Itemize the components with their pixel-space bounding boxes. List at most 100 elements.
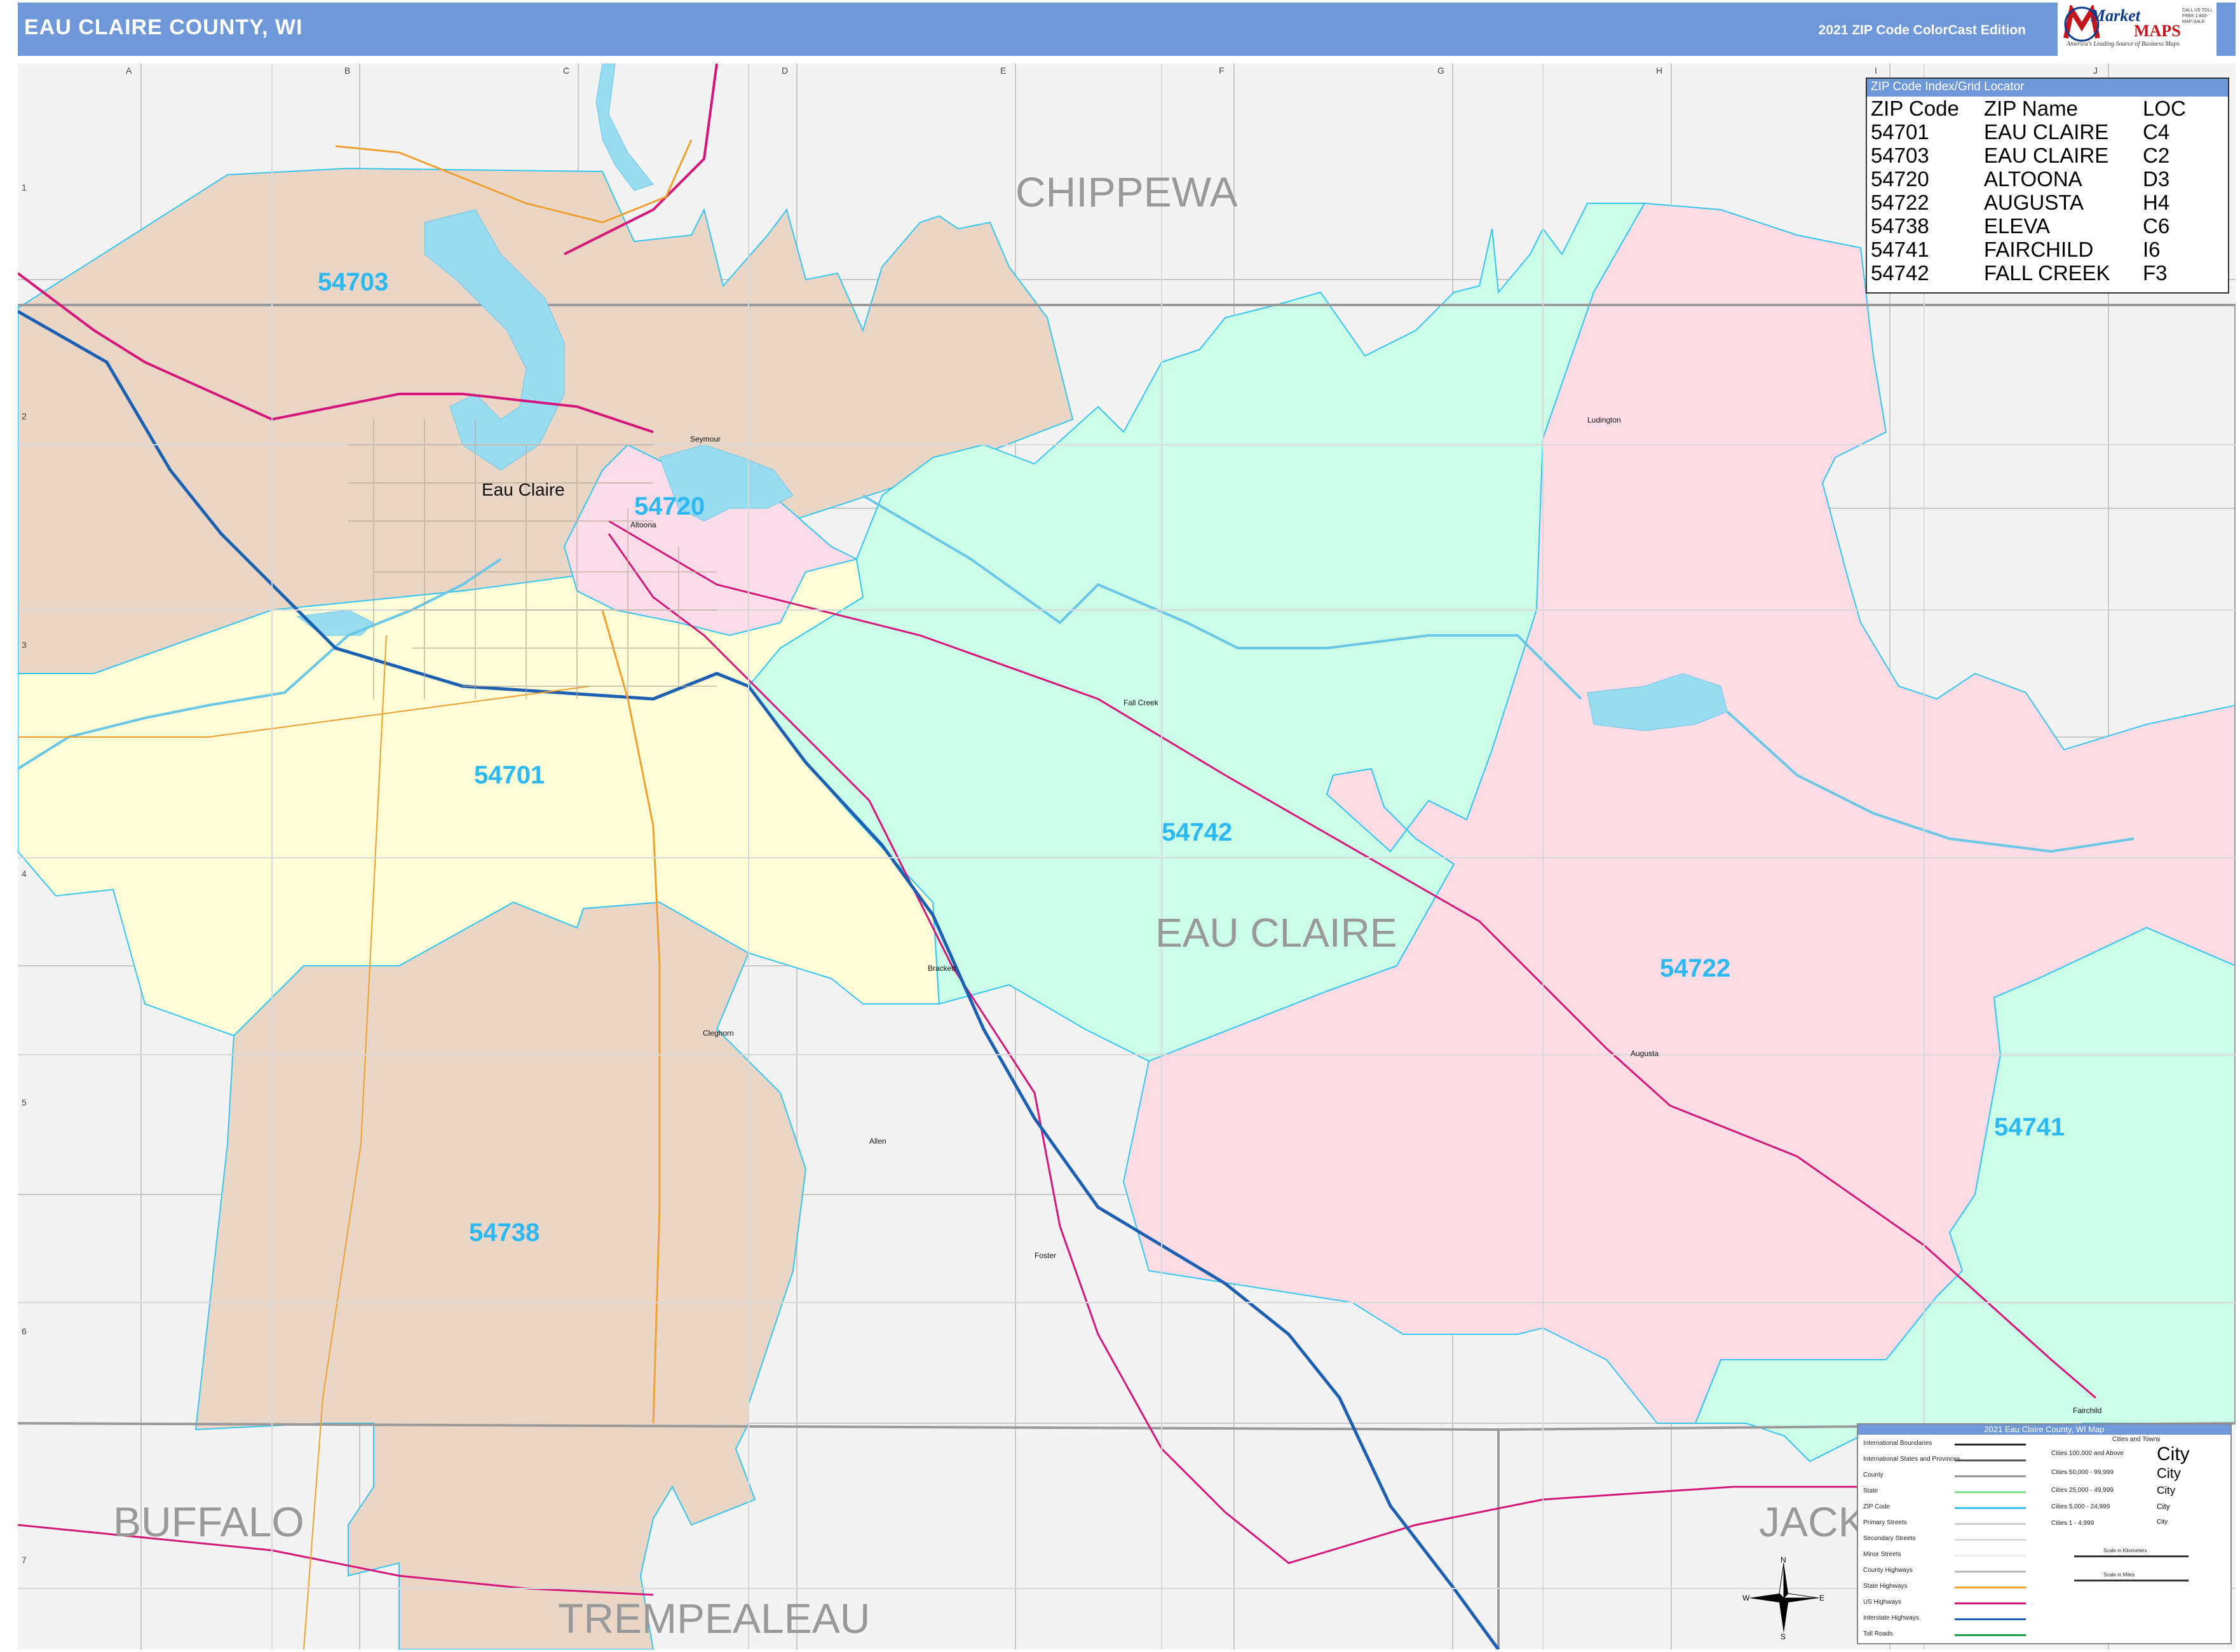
zip-label-54741: 54741	[1994, 1113, 2065, 1141]
neighbor-label-buffalo: BUFFALO	[113, 1498, 304, 1545]
legend-label: State	[1863, 1487, 1878, 1494]
county-center-label: EAU CLAIRE	[1155, 910, 1397, 956]
map-title: EAU CLAIRE COUNTY, WI	[24, 15, 303, 39]
grid-row-4: 4	[22, 869, 27, 879]
edition-label: 2021 ZIP Code ColorCast Edition	[1818, 23, 2026, 37]
zip-index-table: ZIP Code ZIP Name LOC 54701 EAU CLAIRE C4 …	[1868, 97, 2189, 285]
legend-swatch	[1955, 1507, 2026, 1509]
legend-label: State Highways	[1863, 1583, 1908, 1590]
compass-w: W	[1742, 1594, 1750, 1602]
legend-city-size: Cities 1 - 4,999	[2051, 1520, 2094, 1527]
legend-swatch	[1955, 1571, 2026, 1573]
table-row[interactable]: 54742 FALL CREEK F3	[1868, 261, 2189, 285]
legend-swatch	[1955, 1555, 2026, 1557]
city-label-altoona: Altoona	[630, 520, 656, 529]
zip-label-54703: 54703	[318, 268, 388, 296]
legend-label: Interstate Highways	[1863, 1615, 1919, 1622]
compass-e: E	[1819, 1594, 1824, 1602]
legend-swatch	[1955, 1459, 2026, 1461]
logo-text: Market	[2091, 6, 2140, 25]
legend-city-sample: City	[2157, 1484, 2176, 1496]
zip-index-header-row: ZIP Code ZIP Name LOC	[1868, 97, 2189, 120]
legend-scale-mi: Scale in Miles	[2103, 1572, 2135, 1578]
zip-label-54738: 54738	[469, 1219, 540, 1247]
grid-col-i: I	[1875, 65, 1877, 76]
compass-rose-icon: N S W E	[1742, 1555, 1825, 1641]
logo-tagline: America's Leading Source of Business Map…	[2067, 41, 2180, 48]
zip-index-heading: ZIP Code Index/Grid Locator	[1867, 79, 2228, 97]
legend-city-sample: City	[2157, 1502, 2170, 1511]
legend-city-size: Cities 100,000 and Above	[2051, 1450, 2124, 1457]
legend-swatch	[1955, 1587, 2026, 1588]
zip-label-54720: 54720	[634, 492, 705, 520]
zip-label-54722: 54722	[1660, 954, 1730, 982]
grid-col-g: G	[1437, 65, 1444, 76]
legend-label: ZIP Code	[1863, 1503, 1890, 1510]
city-label-augusta: Augusta	[1631, 1049, 1659, 1058]
compass-n: N	[1781, 1557, 1786, 1564]
compass-s: S	[1781, 1632, 1786, 1639]
grid-col-e: E	[1000, 65, 1006, 76]
legend-swatch	[1955, 1523, 2026, 1525]
grid-row-1: 1	[22, 182, 27, 193]
legend-swatch	[1955, 1475, 2026, 1477]
table-row[interactable]: 54738 ELEVA C6	[1868, 214, 2189, 238]
table-row[interactable]: 54703 EAU CLAIRE C2	[1868, 144, 2189, 167]
city-label-brackett: Brackett	[928, 964, 956, 973]
grid-col-f: F	[1219, 65, 1225, 76]
legend-swatch	[1955, 1491, 2026, 1493]
legend-city-size: Cities 5,000 - 24,999	[2051, 1503, 2110, 1510]
legend-label: Primary Streets	[1863, 1519, 1907, 1526]
market-maps-logo[interactable]: Market MAPS America's Leading Source of …	[2058, 3, 2216, 56]
legend-label: Secondary Streets	[1863, 1535, 1916, 1542]
grid-row-2: 2	[22, 411, 27, 421]
logo-text-2: MAPS	[2134, 22, 2181, 40]
grid-col-a: A	[126, 65, 132, 76]
scale-bar-mi	[2074, 1580, 2189, 1581]
legend-city-heading: Cities and Towns	[2112, 1436, 2161, 1443]
table-row[interactable]: 54701 EAU CLAIRE C4	[1868, 120, 2189, 144]
grid-col-h: H	[1656, 65, 1662, 76]
city-label-foster: Foster	[1035, 1251, 1056, 1260]
zip-index-col-name: ZIP Name	[1984, 97, 2078, 120]
table-row[interactable]: 54722 AUGUSTA H4	[1868, 191, 2189, 214]
table-row[interactable]: 54741 FAIRCHILD I6	[1868, 238, 2189, 261]
city-label-eau-claire: Eau Claire	[482, 480, 565, 499]
neighbor-label-trempealeau: TREMPEALEAU	[558, 1595, 870, 1642]
grid-row-6: 6	[22, 1326, 27, 1336]
zip-index-panel: ZIP Code Index/Grid Locator ZIP Code ZIP…	[1866, 78, 2229, 294]
legend-city-size: Cities 25,000 - 49,999	[2051, 1487, 2114, 1494]
legend-title: 2021 Eau Claire County, WI Map	[1858, 1425, 2230, 1435]
city-label-cleghorn: Cleghorn	[703, 1029, 734, 1038]
legend-label: International States and Provinces	[1863, 1456, 1960, 1463]
legend-city-sample: City	[2157, 1465, 2181, 1481]
scale-bar-km	[2074, 1555, 2189, 1557]
grid-row-3: 3	[22, 640, 27, 650]
map-header: EAU CLAIRE COUNTY, WI 2021 ZIP Code Colo…	[18, 3, 2236, 56]
grid-col-j: J	[2093, 65, 2098, 76]
compass-svg: N S W E	[1742, 1555, 1824, 1641]
zip-label-54701: 54701	[474, 761, 545, 789]
legend-label: US Highways	[1863, 1599, 1902, 1606]
zip-label-54742: 54742	[1162, 818, 1232, 846]
legend-swatch	[1955, 1444, 2026, 1446]
city-label-fairchild: Fairchild	[2073, 1406, 2101, 1415]
city-label-ludington: Ludington	[1587, 416, 1621, 424]
legend-swatch	[1955, 1602, 2026, 1604]
legend-scale-km: Scale in Kilometers	[2103, 1548, 2147, 1554]
legend-city-size: Cities 50,000 - 99,999	[2051, 1469, 2114, 1476]
zip-index-col-loc: LOC	[2143, 97, 2186, 120]
grid-row-7: 7	[22, 1555, 27, 1565]
map-canvas[interactable]: A B C D E F G H I J 1 2 3 4 5 6 7 CHIPPE…	[18, 64, 2236, 1649]
legend-label: County	[1863, 1472, 1884, 1479]
map-svg[interactable]: A B C D E F G H I J 1 2 3 4 5 6 7 CHIPPE…	[18, 64, 2236, 1649]
legend-city-sample: City	[2157, 1519, 2168, 1526]
table-row[interactable]: 54720 ALTOONA D3	[1868, 167, 2189, 191]
legend-swatch	[1955, 1539, 2026, 1541]
city-label-allen: Allen	[869, 1137, 886, 1146]
legend-label: Toll Roads	[1863, 1630, 1893, 1637]
logo-phone: CALL US TOLL FREE 1-800-MAP-SALE	[2182, 8, 2213, 24]
legend-swatch	[1955, 1634, 2026, 1636]
legend-label: International Boundaries	[1863, 1440, 1932, 1447]
neighbor-label-chippewa: CHIPPEWA	[1015, 168, 1238, 215]
